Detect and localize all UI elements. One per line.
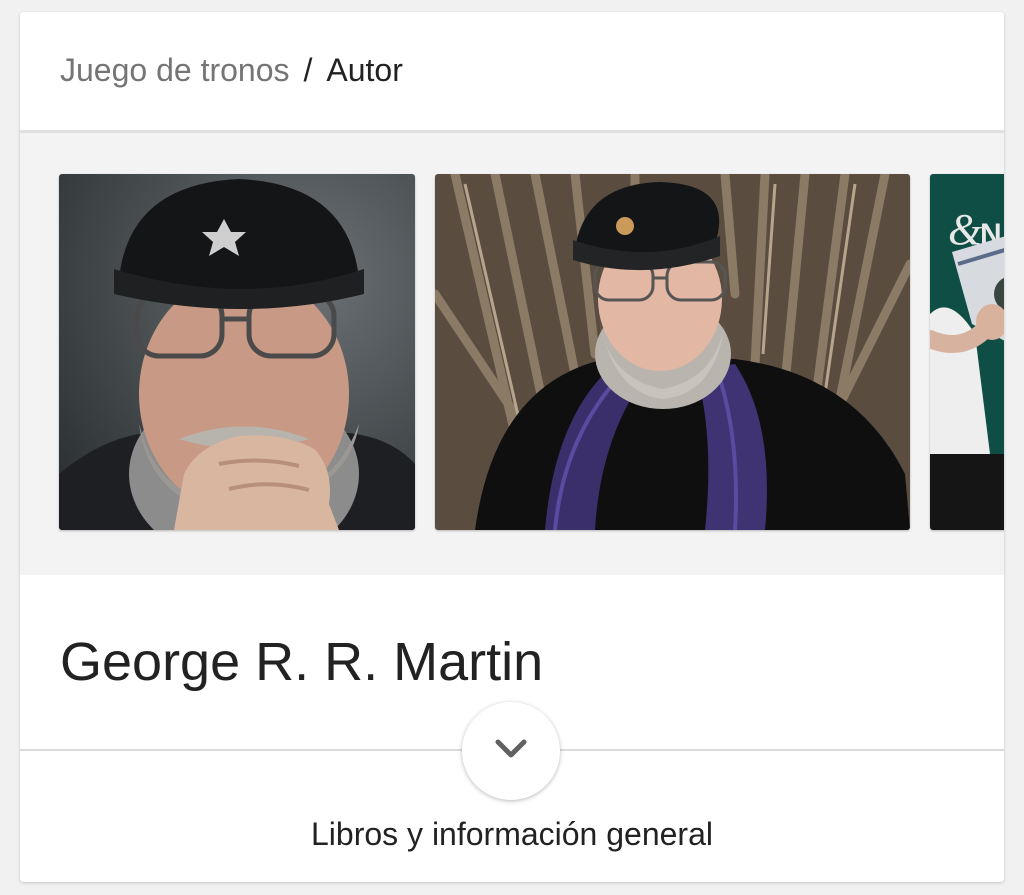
knowledge-card: Juego de tronos / Autor & N George R. R.… xyxy=(20,12,1004,882)
breadcrumb-current: Autor xyxy=(326,52,403,88)
breadcrumb: Juego de tronos / Autor xyxy=(60,50,403,90)
breadcrumb-parent-link[interactable]: Juego de tronos xyxy=(60,52,290,88)
expand-button[interactable] xyxy=(462,702,560,800)
entity-title: George R. R. Martin xyxy=(60,632,544,692)
author-iron-throne-photo[interactable] xyxy=(435,174,910,530)
chevron-down-icon xyxy=(494,738,528,765)
author-book-signing-photo[interactable]: & N xyxy=(930,174,1004,530)
breadcrumb-separator: / xyxy=(303,52,313,88)
books-info-link[interactable]: Libros y información general xyxy=(20,814,1004,854)
author-portrait-photo[interactable] xyxy=(59,174,415,530)
image-carousel[interactable]: & N xyxy=(20,133,1004,575)
